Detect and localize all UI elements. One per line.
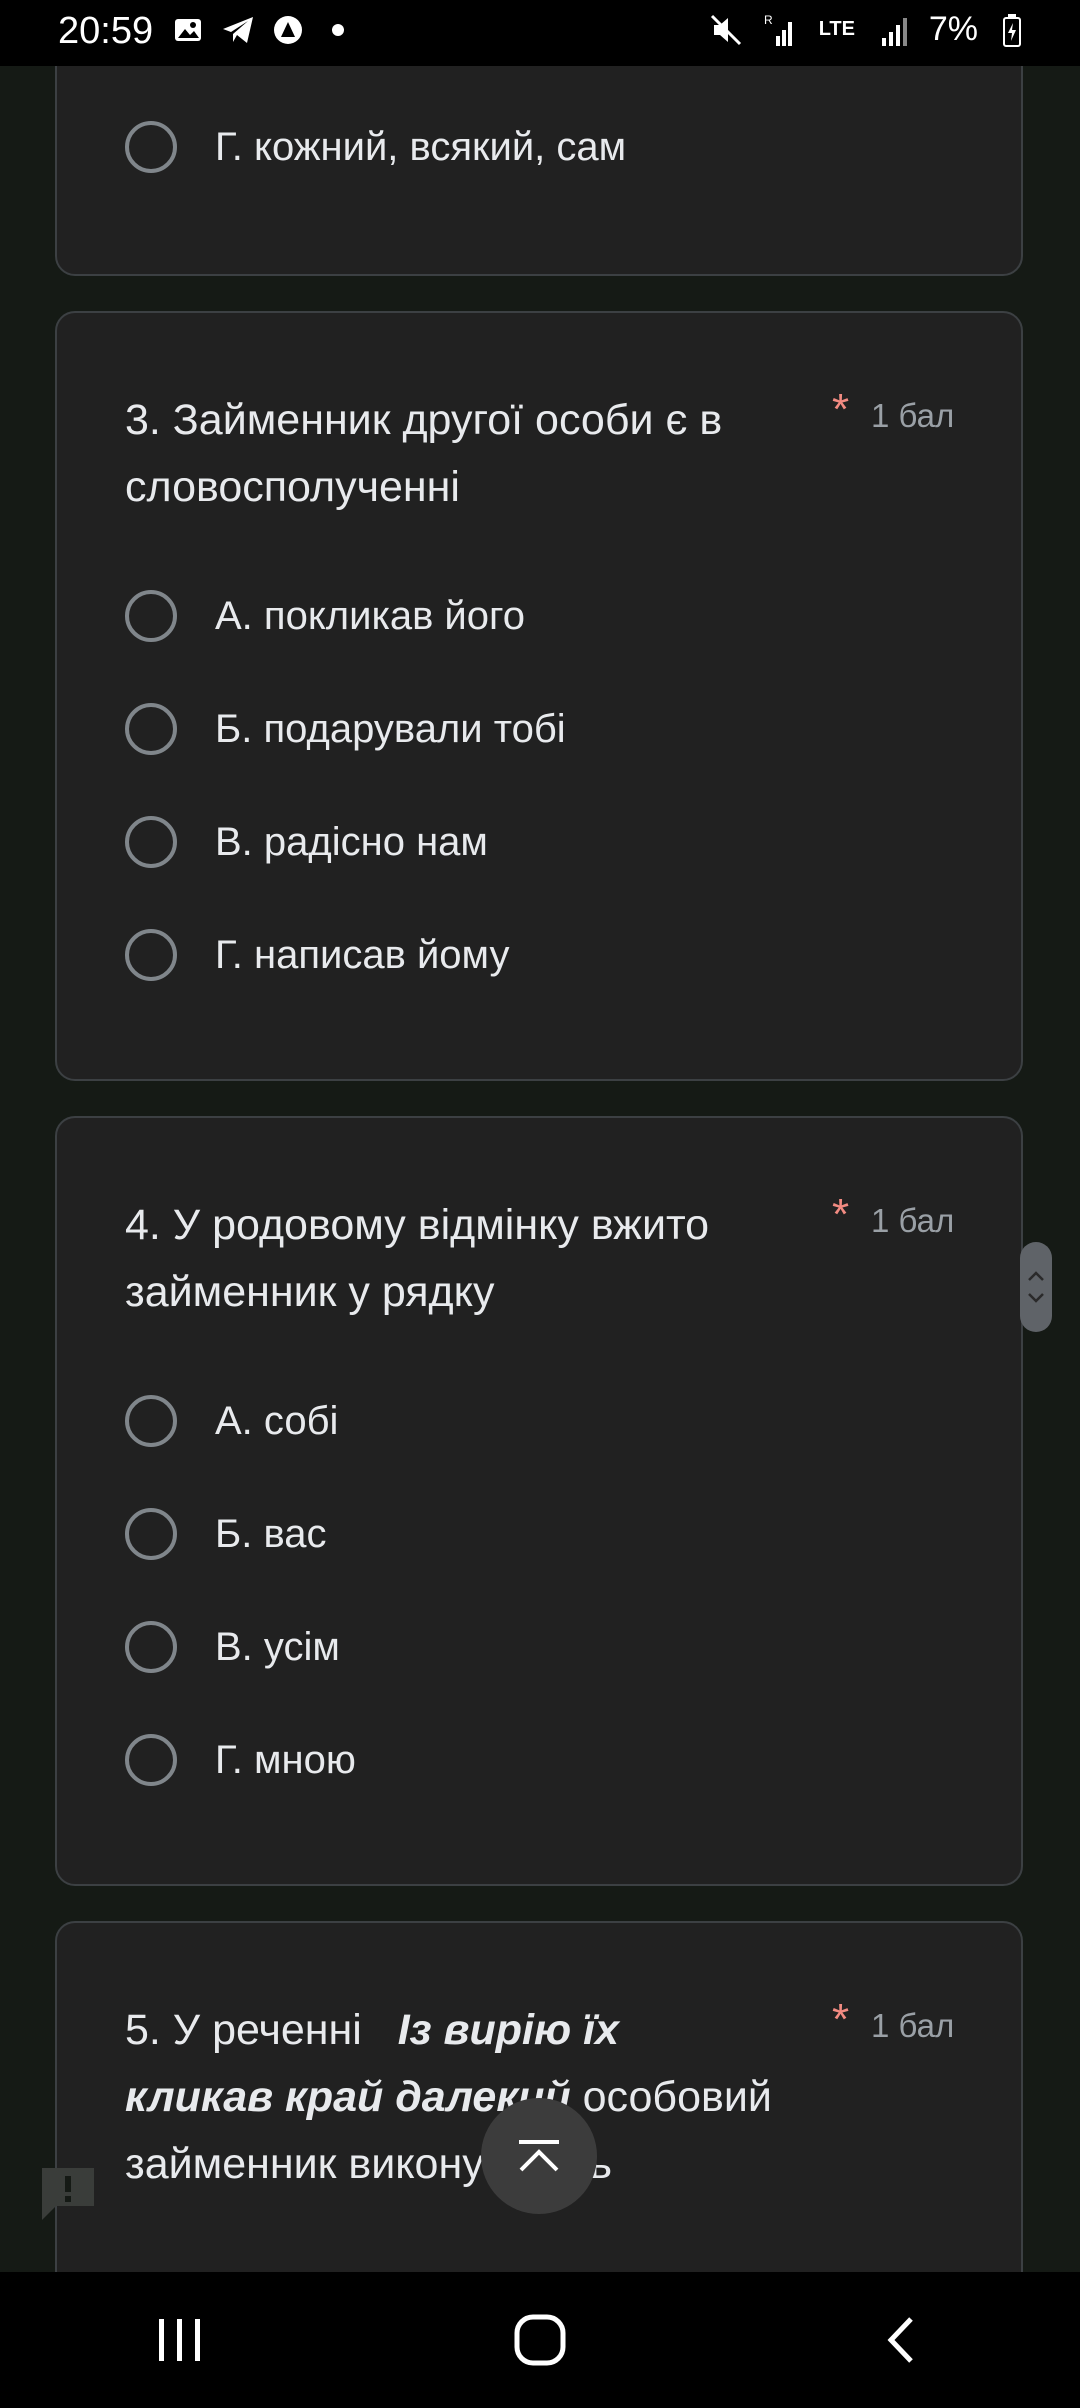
option-label: Г. написав йому [215, 932, 510, 977]
back-button[interactable] [840, 2300, 960, 2380]
lte-icon: LTE [818, 18, 855, 40]
option-label: А. собі [215, 1398, 339, 1443]
points-label: 1 бал [871, 2007, 955, 2044]
radio-button[interactable] [125, 816, 177, 868]
signal-roaming-icon: R [761, 12, 797, 48]
question-title: 4. У родовому відмінку вжито займенник у… [125, 1201, 710, 1316]
option-b[interactable]: Б. вас [125, 1503, 327, 1565]
chevron-down-icon [1028, 1293, 1044, 1303]
radio-button[interactable] [125, 590, 177, 642]
option-label: Г. мною [215, 1737, 356, 1782]
question-title: 5. У реченні Із вирію їх кликав край дал… [125, 1997, 775, 2198]
option-b[interactable]: Б. подарували тобі [125, 698, 566, 760]
question-card-4: 4. У родовому відмінку вжито займенник у… [55, 1116, 1023, 1886]
option-g[interactable]: Г. мною [125, 1729, 356, 1791]
gallery-icon [170, 12, 206, 48]
back-icon [887, 2317, 913, 2363]
question-card-3: 3. Займенник другої особи є в словосполу… [55, 311, 1023, 1081]
home-icon [514, 2314, 566, 2366]
battery-text: 7% [928, 10, 978, 48]
battery-charging-icon [994, 12, 1030, 48]
option-v[interactable]: В. радісно нам [125, 811, 488, 873]
radio-button[interactable] [125, 703, 177, 755]
radio-button[interactable] [125, 1508, 177, 1560]
required-asterisk: * [832, 1190, 850, 1239]
status-bar: 20:59 R LTE 7% [0, 0, 1080, 66]
radio-button[interactable] [125, 1734, 177, 1786]
option-label: В. усім [215, 1624, 340, 1669]
question-title: 3. Займенник другої особи є в словосполу… [125, 396, 723, 511]
radio-button[interactable] [125, 121, 177, 173]
required-asterisk: * [832, 385, 850, 434]
status-time: 20:59 [58, 10, 154, 52]
option-label: В. радісно нам [215, 819, 488, 864]
navigation-bar [0, 2272, 1080, 2408]
mute-icon [709, 12, 745, 48]
option-label: А. покликав його [215, 593, 525, 638]
option-v[interactable]: В. усім [125, 1616, 340, 1678]
radio-button[interactable] [125, 1395, 177, 1447]
points-label: 1 бал [871, 1202, 955, 1239]
option-label: Б. вас [215, 1511, 327, 1556]
scroll-top-icon [519, 2140, 559, 2172]
recent-apps-button[interactable] [120, 2300, 240, 2380]
signal-icon [877, 12, 913, 48]
recent-apps-icon [159, 2319, 200, 2361]
option-label: Б. подарували тобі [215, 706, 566, 751]
home-button[interactable] [480, 2300, 600, 2380]
required-asterisk: * [832, 1995, 850, 2044]
app-icon [270, 12, 306, 48]
option-g[interactable]: Г. написав йому [125, 924, 510, 986]
question-title-prefix: 5. У реченні [125, 2006, 362, 2054]
svg-text:R: R [764, 13, 773, 27]
option-a[interactable]: А. собі [125, 1390, 338, 1452]
scroll-to-top-button[interactable] [481, 2098, 597, 2214]
question-card-2: Г. кожний, всякий, сам [55, 66, 1023, 276]
dot-icon [320, 12, 356, 48]
feedback-icon[interactable] [38, 2164, 98, 2229]
radio-button[interactable] [125, 929, 177, 981]
scrollbar-thumb[interactable] [1020, 1242, 1052, 1332]
radio-button[interactable] [125, 1621, 177, 1673]
points-label: 1 бал [871, 397, 955, 434]
option-g[interactable]: Г. кожний, всякий, сам [125, 116, 626, 178]
telegram-icon [220, 12, 256, 48]
form-content: Г. кожний, всякий, сам 3. Займенник друг… [0, 66, 1080, 2272]
chevron-up-icon [1028, 1271, 1044, 1281]
option-label: Г. кожний, всякий, сам [215, 124, 627, 169]
question-card-5: 5. У реченні Із вирію їх кликав край дал… [55, 1921, 1023, 2272]
option-a[interactable]: А. покликав його [125, 585, 525, 647]
